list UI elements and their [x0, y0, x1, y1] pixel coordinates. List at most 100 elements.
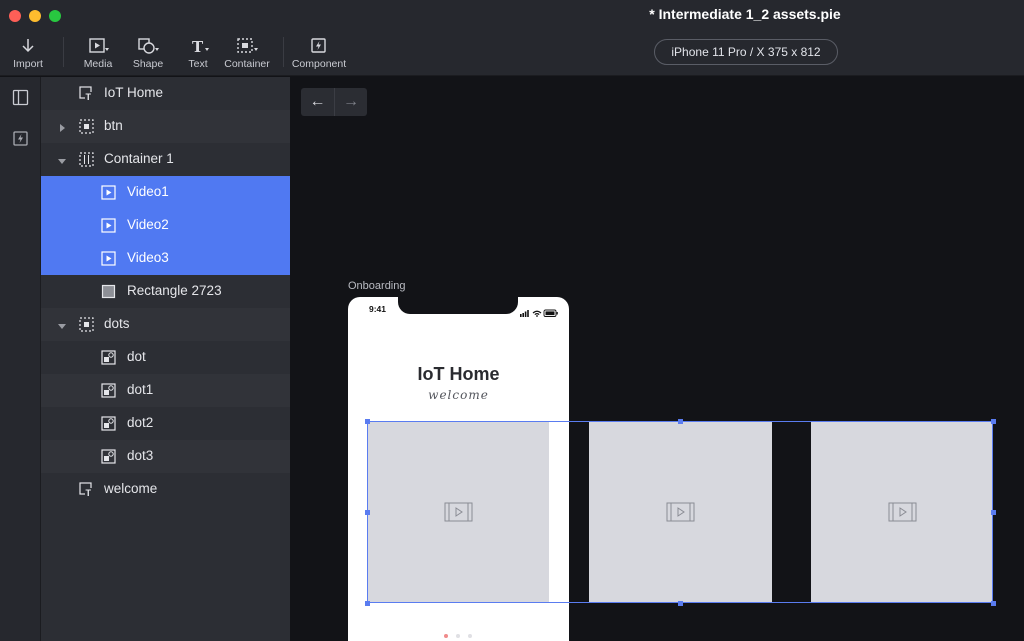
video-icon — [888, 502, 917, 522]
image-layer-icon — [101, 383, 116, 398]
layer-label: dots — [104, 316, 130, 331]
status-icons — [520, 304, 560, 317]
layer-label: dot2 — [127, 415, 154, 430]
resize-handle-right[interactable] — [991, 510, 996, 515]
video-layer-icon — [101, 251, 116, 266]
rectangle-layer-icon — [101, 284, 116, 299]
import-label: Import — [13, 58, 43, 70]
layer-label: Video3 — [127, 250, 169, 265]
window-title: * Intermediate 1_2 assets.pie — [649, 6, 841, 22]
expand-down-icon[interactable] — [57, 319, 67, 329]
text-icon: T — [187, 37, 209, 56]
status-time: 9:41 — [369, 304, 387, 314]
video-layer-icon — [101, 185, 116, 200]
app-window: * Intermediate 1_2 assets.pie Import Med… — [0, 0, 1024, 641]
pager-dots[interactable] — [444, 634, 478, 640]
layer-label: IoT Home — [104, 85, 164, 100]
device-selector[interactable]: iPhone 11 Pro / X 375 x 812 — [654, 39, 838, 65]
component-button[interactable]: Component — [289, 37, 349, 70]
layer-row-video1[interactable]: Video1 — [41, 176, 290, 209]
resize-handle-top-right[interactable] — [991, 419, 996, 424]
layer-row-container-1[interactable]: Container 1 — [41, 143, 290, 176]
container-label: Container — [224, 58, 270, 70]
phone-notch — [398, 297, 518, 314]
svg-text:T: T — [86, 488, 92, 497]
text-layer-icon: T — [79, 482, 94, 498]
title-toolbar: * Intermediate 1_2 assets.pie Import Med… — [0, 0, 1024, 76]
resize-handle-top[interactable] — [678, 419, 683, 424]
text-glyph: T — [192, 38, 204, 55]
design-canvas[interactable]: ← → Onboarding 9:41 IoT Home welcome — [290, 77, 1024, 641]
zoom-window-button[interactable] — [49, 10, 61, 22]
toolbar-divider — [283, 37, 284, 67]
layer-label: dot1 — [127, 382, 154, 397]
layer-row-welcome[interactable]: Twelcome — [41, 473, 290, 506]
video3-placeholder[interactable] — [811, 421, 993, 603]
app-subtitle[interactable]: welcome — [348, 388, 569, 402]
image-layer-icon — [101, 416, 116, 431]
image-layer-icon — [101, 449, 116, 464]
layer-row-btn[interactable]: btn — [41, 110, 290, 143]
app-title[interactable]: IoT Home — [348, 364, 569, 385]
layers-panel: T IoT Home btn Container 1 Video1 Video2 Video… — [41, 77, 290, 641]
pager-dot[interactable] — [468, 634, 472, 638]
text-layer-icon: T — [79, 86, 94, 102]
layer-label: Video1 — [127, 184, 169, 199]
back-button[interactable]: ← — [301, 88, 334, 116]
pager-dot[interactable] — [456, 634, 460, 638]
component-icon — [308, 37, 330, 55]
layer-row-video3[interactable]: Video3 — [41, 242, 290, 275]
container-layer-icon — [79, 317, 94, 332]
layer-label: welcome — [104, 481, 158, 496]
layer-row-dots[interactable]: dots — [41, 308, 290, 341]
layer-row-dot3[interactable]: dot3 — [41, 440, 290, 473]
expand-down-icon[interactable] — [57, 154, 67, 164]
arrow-right-icon: → — [343, 93, 359, 110]
container-icon — [236, 37, 258, 55]
svg-text:T: T — [86, 92, 92, 101]
video-icon — [444, 502, 473, 522]
layer-row-dot1[interactable]: dot1 — [41, 374, 290, 407]
container-layer-icon — [79, 119, 94, 134]
horizontal-container-icon — [79, 152, 94, 167]
layer-row-dot2[interactable]: dot2 — [41, 407, 290, 440]
image-layer-icon — [101, 350, 116, 365]
minimize-window-button[interactable] — [29, 10, 41, 22]
video1-placeholder[interactable] — [367, 421, 549, 603]
frame-label[interactable]: Onboarding — [348, 280, 406, 292]
container-button[interactable]: Container — [217, 37, 277, 70]
layer-row-iot-home[interactable]: T IoT Home — [41, 77, 290, 110]
shape-icon — [137, 37, 159, 55]
resize-handle-left[interactable] — [365, 510, 370, 515]
resize-handle-top-left[interactable] — [365, 419, 370, 424]
toolbar-divider — [63, 37, 64, 67]
arrow-left-icon: ← — [309, 93, 326, 110]
left-rail — [0, 77, 41, 641]
layer-row-rectangle-2723[interactable]: Rectangle 2723 — [41, 275, 290, 308]
lightning-icon[interactable] — [12, 130, 29, 147]
import-icon — [17, 37, 39, 55]
import-button[interactable]: Import — [0, 37, 58, 70]
layer-label: dot3 — [127, 448, 154, 463]
layer-label: Video2 — [127, 217, 169, 232]
layer-row-dot[interactable]: dot — [41, 341, 290, 374]
component-label: Component — [291, 58, 347, 70]
layer-label: Rectangle 2723 — [127, 283, 222, 298]
video2-placeholder[interactable] — [589, 421, 772, 603]
video-icon — [666, 502, 695, 522]
forward-button[interactable]: → — [334, 88, 367, 116]
expand-right-icon[interactable] — [57, 121, 67, 132]
close-window-button[interactable] — [9, 10, 21, 22]
layer-label: btn — [104, 118, 123, 133]
resize-handle-bottom-right[interactable] — [991, 601, 996, 606]
resize-handle-bottom[interactable] — [678, 601, 683, 606]
history-nav: ← → — [301, 88, 367, 116]
layer-label: dot — [127, 349, 146, 364]
layer-row-video2[interactable]: Video2 — [41, 209, 290, 242]
media-icon — [87, 37, 109, 55]
layer-label: Container 1 — [104, 151, 174, 166]
panel-icon[interactable] — [12, 89, 29, 106]
resize-handle-bottom-left[interactable] — [365, 601, 370, 606]
pager-dot-active[interactable] — [444, 634, 448, 638]
video-layer-icon — [101, 218, 116, 233]
